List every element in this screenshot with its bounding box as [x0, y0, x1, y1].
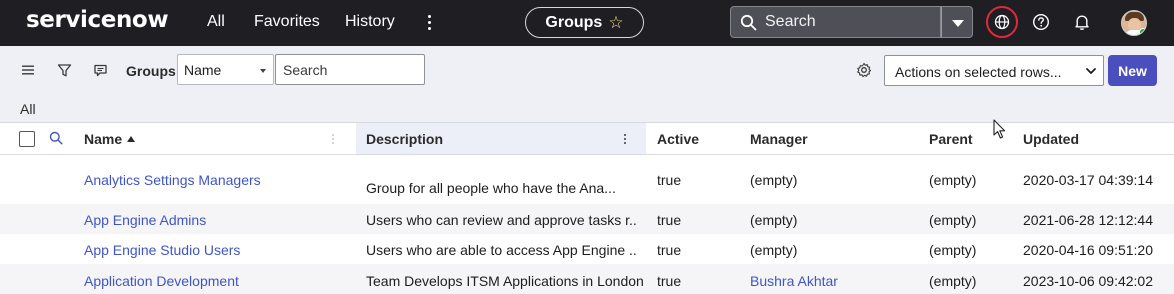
column-header-name[interactable]: Name [84, 123, 354, 154]
column-search-icon[interactable] [49, 131, 63, 145]
updated-cell: 2020-03-17 04:39:14 [1023, 172, 1153, 188]
nav-history[interactable]: History [345, 13, 395, 31]
group-name-link[interactable]: Analytics Settings Managers [84, 172, 349, 188]
online-status-indicator [1139, 28, 1146, 35]
active-cell: true [657, 212, 682, 228]
servicenow-logo[interactable]: servicenow [26, 7, 169, 33]
manager-cell: (empty) [750, 212, 798, 228]
more-menu-icon[interactable] [420, 12, 438, 34]
hamburger-icon [22, 65, 34, 75]
column-header-manager[interactable]: Manager [750, 123, 910, 154]
list-search-field[interactable] [275, 54, 425, 85]
nav-favorites[interactable]: Favorites [254, 13, 320, 31]
conversation-button[interactable] [90, 60, 110, 80]
actions-select-value: Actions on selected rows... [895, 64, 1062, 80]
favorite-star-icon[interactable]: ☆ [608, 14, 623, 31]
search-icon [740, 14, 757, 31]
filter-button[interactable] [54, 60, 74, 80]
active-cell: true [657, 273, 682, 289]
column-header-description[interactable]: Description [356, 123, 646, 154]
breadcrumb-all[interactable]: All [20, 101, 36, 117]
search-field-value: Name [184, 62, 222, 78]
globe-icon [994, 14, 1010, 30]
global-search-input[interactable] [765, 12, 935, 32]
chevron-down-icon [260, 69, 266, 73]
group-name-link[interactable]: Application Development [84, 273, 349, 289]
list-toolbar: Groups Name Actions on selected rows... … [0, 46, 1174, 94]
table-row: Application Development Team Develops IT… [0, 264, 1174, 294]
parent-cell: (empty) [929, 242, 977, 258]
top-navigation: servicenow All Favorites History Groups … [0, 0, 1174, 46]
table-row: App Engine Studio Users Users who are ab… [0, 234, 1174, 264]
list-menu-button[interactable] [18, 60, 38, 80]
description-cell: Team Develops ITSM Applications in Londo… [366, 273, 644, 289]
parent-cell: (empty) [929, 172, 977, 188]
manager-cell: (empty) [750, 172, 798, 188]
gear-icon [857, 62, 872, 78]
help-icon [1032, 13, 1050, 31]
updated-cell: 2020-04-16 09:51:20 [1023, 242, 1153, 258]
group-name-link[interactable]: App Engine Studio Users [84, 242, 349, 258]
parent-cell: (empty) [929, 212, 977, 228]
updated-cell: 2021-06-28 12:12:44 [1023, 212, 1153, 228]
search-scope-dropdown[interactable] [941, 6, 973, 38]
chevron-down-icon [952, 20, 964, 27]
chevron-down-icon [1086, 68, 1096, 74]
help-button[interactable] [1030, 11, 1052, 33]
description-cell: Users who are able to access App Engine … [366, 242, 638, 258]
search-field-select[interactable]: Name [177, 54, 274, 85]
column-header-active[interactable]: Active [657, 123, 737, 154]
context-pill-label: Groups [545, 13, 603, 31]
chat-bubble-icon [93, 64, 107, 76]
mouse-cursor-icon [993, 119, 1006, 139]
notifications-button[interactable] [1071, 11, 1093, 33]
language-globe-button[interactable] [986, 6, 1018, 38]
manager-cell: (empty) [750, 242, 798, 258]
nav-all[interactable]: All [207, 13, 225, 31]
description-cell: Group for all people who have the Ana... [366, 180, 616, 196]
sort-ascending-icon [127, 136, 136, 142]
column-header-updated[interactable]: Updated [1023, 123, 1163, 154]
filter-icon [57, 63, 71, 76]
new-record-button[interactable]: New [1108, 55, 1157, 86]
active-cell: true [657, 172, 682, 188]
list-settings-button[interactable] [854, 60, 874, 80]
column-header-description-label: Description [366, 131, 444, 147]
column-options-icon[interactable] [622, 132, 628, 146]
list-search-input[interactable] [276, 55, 424, 84]
bell-icon [1075, 15, 1089, 30]
column-options-icon[interactable] [330, 132, 336, 146]
description-cell: Users who can review and approve tasks r… [366, 212, 638, 228]
global-search[interactable] [730, 6, 941, 38]
active-cell: true [657, 242, 682, 258]
select-all-checkbox[interactable] [19, 131, 35, 147]
column-header-name-label: Name [84, 131, 123, 147]
actions-on-selected-rows-select[interactable]: Actions on selected rows... [884, 55, 1104, 86]
updated-cell: 2023-10-06 09:42:02 [1023, 273, 1153, 289]
table-row: App Engine Admins Users who can review a… [0, 204, 1174, 234]
user-avatar[interactable] [1121, 10, 1147, 36]
parent-cell: (empty) [929, 273, 977, 289]
manager-link[interactable]: Bushra Akhtar [750, 273, 838, 289]
context-pill-groups[interactable]: Groups ☆ [525, 7, 644, 38]
list-title: Groups [126, 63, 176, 79]
group-name-link[interactable]: App Engine Admins [84, 212, 349, 228]
table-row: Analytics Settings Managers Group for al… [0, 156, 1174, 204]
